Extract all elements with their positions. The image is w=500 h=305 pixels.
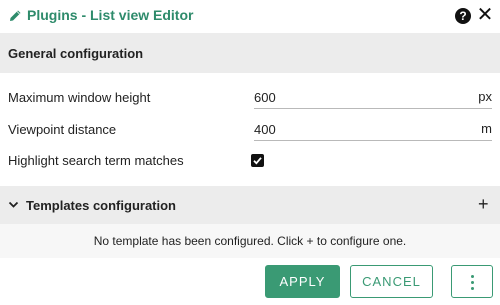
- pencil-icon: [10, 10, 21, 21]
- viewpoint-distance-label: Viewpoint distance: [8, 122, 117, 137]
- dialog-titlebar: Plugins - List view Editor ? ✕: [0, 0, 500, 33]
- general-configuration-header: General configuration: [0, 33, 500, 73]
- empty-templates-message: No template has been configured. Click +…: [0, 224, 500, 258]
- viewpoint-distance-input[interactable]: [254, 119, 454, 139]
- close-icon[interactable]: ✕: [476, 5, 494, 25]
- max-window-height-unit: px: [478, 89, 492, 104]
- more-options-button[interactable]: [451, 265, 493, 298]
- viewpoint-distance-field: m: [254, 119, 492, 141]
- max-window-height-label: Maximum window height: [8, 90, 151, 105]
- viewpoint-distance-unit: m: [481, 121, 492, 136]
- dialog-title: Plugins - List view Editor: [27, 7, 194, 23]
- question-circle-icon[interactable]: ?: [455, 8, 471, 24]
- max-window-height-input[interactable]: [254, 87, 454, 107]
- highlight-matches-label: Highlight search term matches: [8, 153, 184, 168]
- templates-configuration-title: Templates configuration: [26, 198, 176, 213]
- max-window-height-field: px: [254, 87, 492, 109]
- checkmark-icon: [253, 157, 262, 165]
- chevron-down-icon[interactable]: [8, 199, 19, 210]
- plus-icon[interactable]: +: [478, 195, 489, 213]
- apply-button[interactable]: APPLY: [265, 265, 340, 298]
- general-configuration-title: General configuration: [8, 45, 144, 61]
- templates-configuration-header[interactable]: Templates configuration +: [0, 186, 500, 224]
- highlight-matches-checkbox[interactable]: [251, 154, 264, 167]
- cancel-button[interactable]: CANCEL: [350, 265, 433, 298]
